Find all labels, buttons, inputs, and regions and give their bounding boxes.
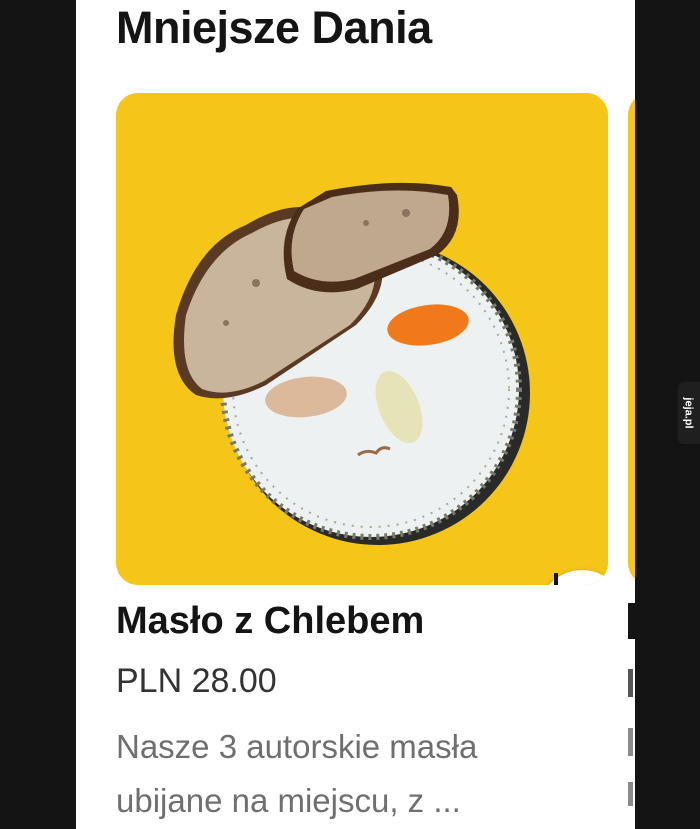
add-to-cart-button[interactable] bbox=[538, 570, 608, 585]
next-menu-item-price bbox=[628, 669, 633, 697]
watermark-logo: jeja.pl bbox=[678, 382, 700, 444]
watermark-text: jeja.pl bbox=[683, 397, 695, 429]
plus-icon bbox=[554, 573, 558, 585]
bread-butter-plate-image bbox=[173, 182, 530, 545]
app-screen: Mniejsze Dania Masło z Chlebem PLN 28.00… bbox=[76, 0, 635, 829]
menu-item-image[interactable] bbox=[116, 93, 608, 585]
menu-item-description: Nasze 3 autorskie masła ubijane na miejs… bbox=[116, 728, 478, 819]
section-title: Mniejsze Dania bbox=[116, 2, 432, 53]
menu-item-name[interactable]: Masło z Chlebem bbox=[116, 600, 424, 643]
next-menu-item-name bbox=[628, 603, 635, 639]
next-menu-item-image[interactable] bbox=[628, 93, 635, 585]
next-menu-item-description bbox=[628, 728, 633, 756]
menu-item-price: PLN 28.00 bbox=[116, 662, 277, 700]
next-menu-item-description bbox=[628, 782, 633, 806]
